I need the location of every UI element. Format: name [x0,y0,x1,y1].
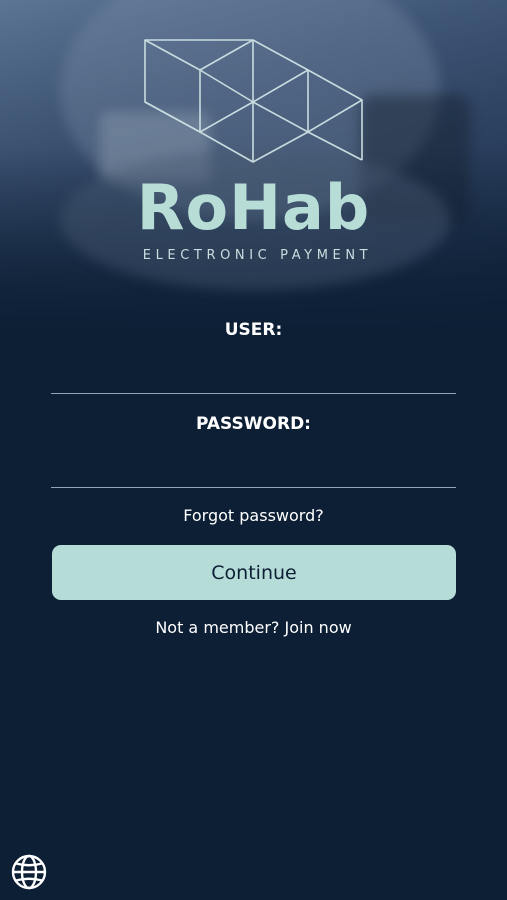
brand-tagline: ELECTRONIC PAYMENT [142,248,373,263]
globe-icon[interactable] [10,853,48,891]
password-label: PASSWORD: [196,414,311,434]
brand-name: RoHab [136,171,371,244]
continue-button[interactable]: Continue [52,545,456,600]
user-label: USER: [224,320,283,340]
user-input[interactable] [51,354,456,394]
forgot-password-link[interactable]: Forgot password? [0,506,507,525]
password-input[interactable] [51,448,456,488]
join-now-link[interactable]: Not a member? Join now [0,618,507,637]
